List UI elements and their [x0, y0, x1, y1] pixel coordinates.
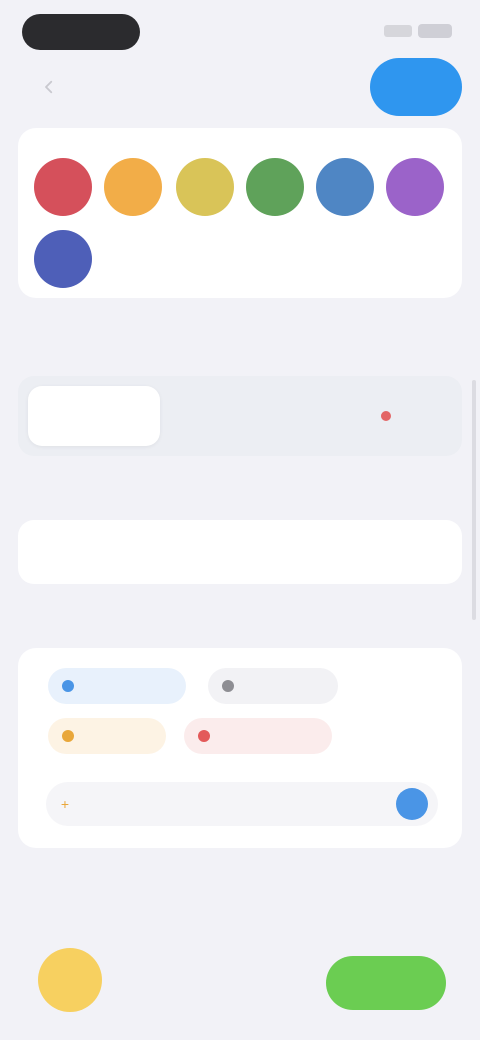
view-mode-segmented-control: [18, 376, 462, 456]
color-swatch-yellow[interactable]: [176, 158, 234, 216]
add-tag-input[interactable]: [80, 790, 384, 820]
red-indicator-icon: [381, 411, 391, 421]
page-title: [150, 72, 330, 104]
battery-icon: [418, 24, 452, 38]
tag-color-dot: [198, 730, 210, 742]
view-mode-option-1[interactable]: [28, 386, 160, 446]
color-swatch-red[interactable]: [34, 158, 92, 216]
plus-icon: +: [60, 796, 70, 812]
done-button[interactable]: [370, 58, 462, 116]
chevron-left-icon: [45, 80, 53, 94]
notes-card: [18, 520, 462, 584]
primary-action-button[interactable]: [326, 956, 446, 1010]
tag-chip-4[interactable]: [184, 718, 332, 754]
add-tag-submit-button[interactable]: [396, 788, 428, 820]
view-mode-option-2[interactable]: [174, 386, 304, 446]
bottom-secondary-text: [122, 972, 242, 990]
color-swatch-purple[interactable]: [386, 158, 444, 216]
signal-icon: [384, 25, 412, 37]
add-tag-field: +: [46, 782, 438, 826]
tags-card: +: [18, 648, 462, 848]
color-swatch-orange[interactable]: [104, 158, 162, 216]
tag-chip-1[interactable]: [48, 668, 186, 704]
tag-color-dot: [62, 730, 74, 742]
status-icons: [366, 22, 452, 40]
color-swatch-blue[interactable]: [316, 158, 374, 216]
tag-chip-3[interactable]: [48, 718, 166, 754]
status-bar: [0, 0, 480, 56]
view-mode-option-3[interactable]: [312, 386, 452, 446]
bottom-tertiary-text: [122, 996, 202, 1014]
notes-input[interactable]: [118, 532, 382, 574]
color-swatch-green[interactable]: [246, 158, 304, 216]
navigation-bar: [0, 58, 480, 118]
tag-chip-2[interactable]: [208, 668, 338, 704]
color-swatch-indigo[interactable]: [34, 230, 92, 288]
back-button[interactable]: [34, 72, 64, 102]
avatar: [38, 948, 102, 1012]
color-picker-panel: [18, 128, 462, 298]
bottom-primary-text: [122, 942, 286, 962]
scroll-indicator[interactable]: [472, 380, 476, 620]
tag-color-dot: [222, 680, 234, 692]
dynamic-island: [22, 14, 140, 50]
tag-color-dot: [62, 680, 74, 692]
